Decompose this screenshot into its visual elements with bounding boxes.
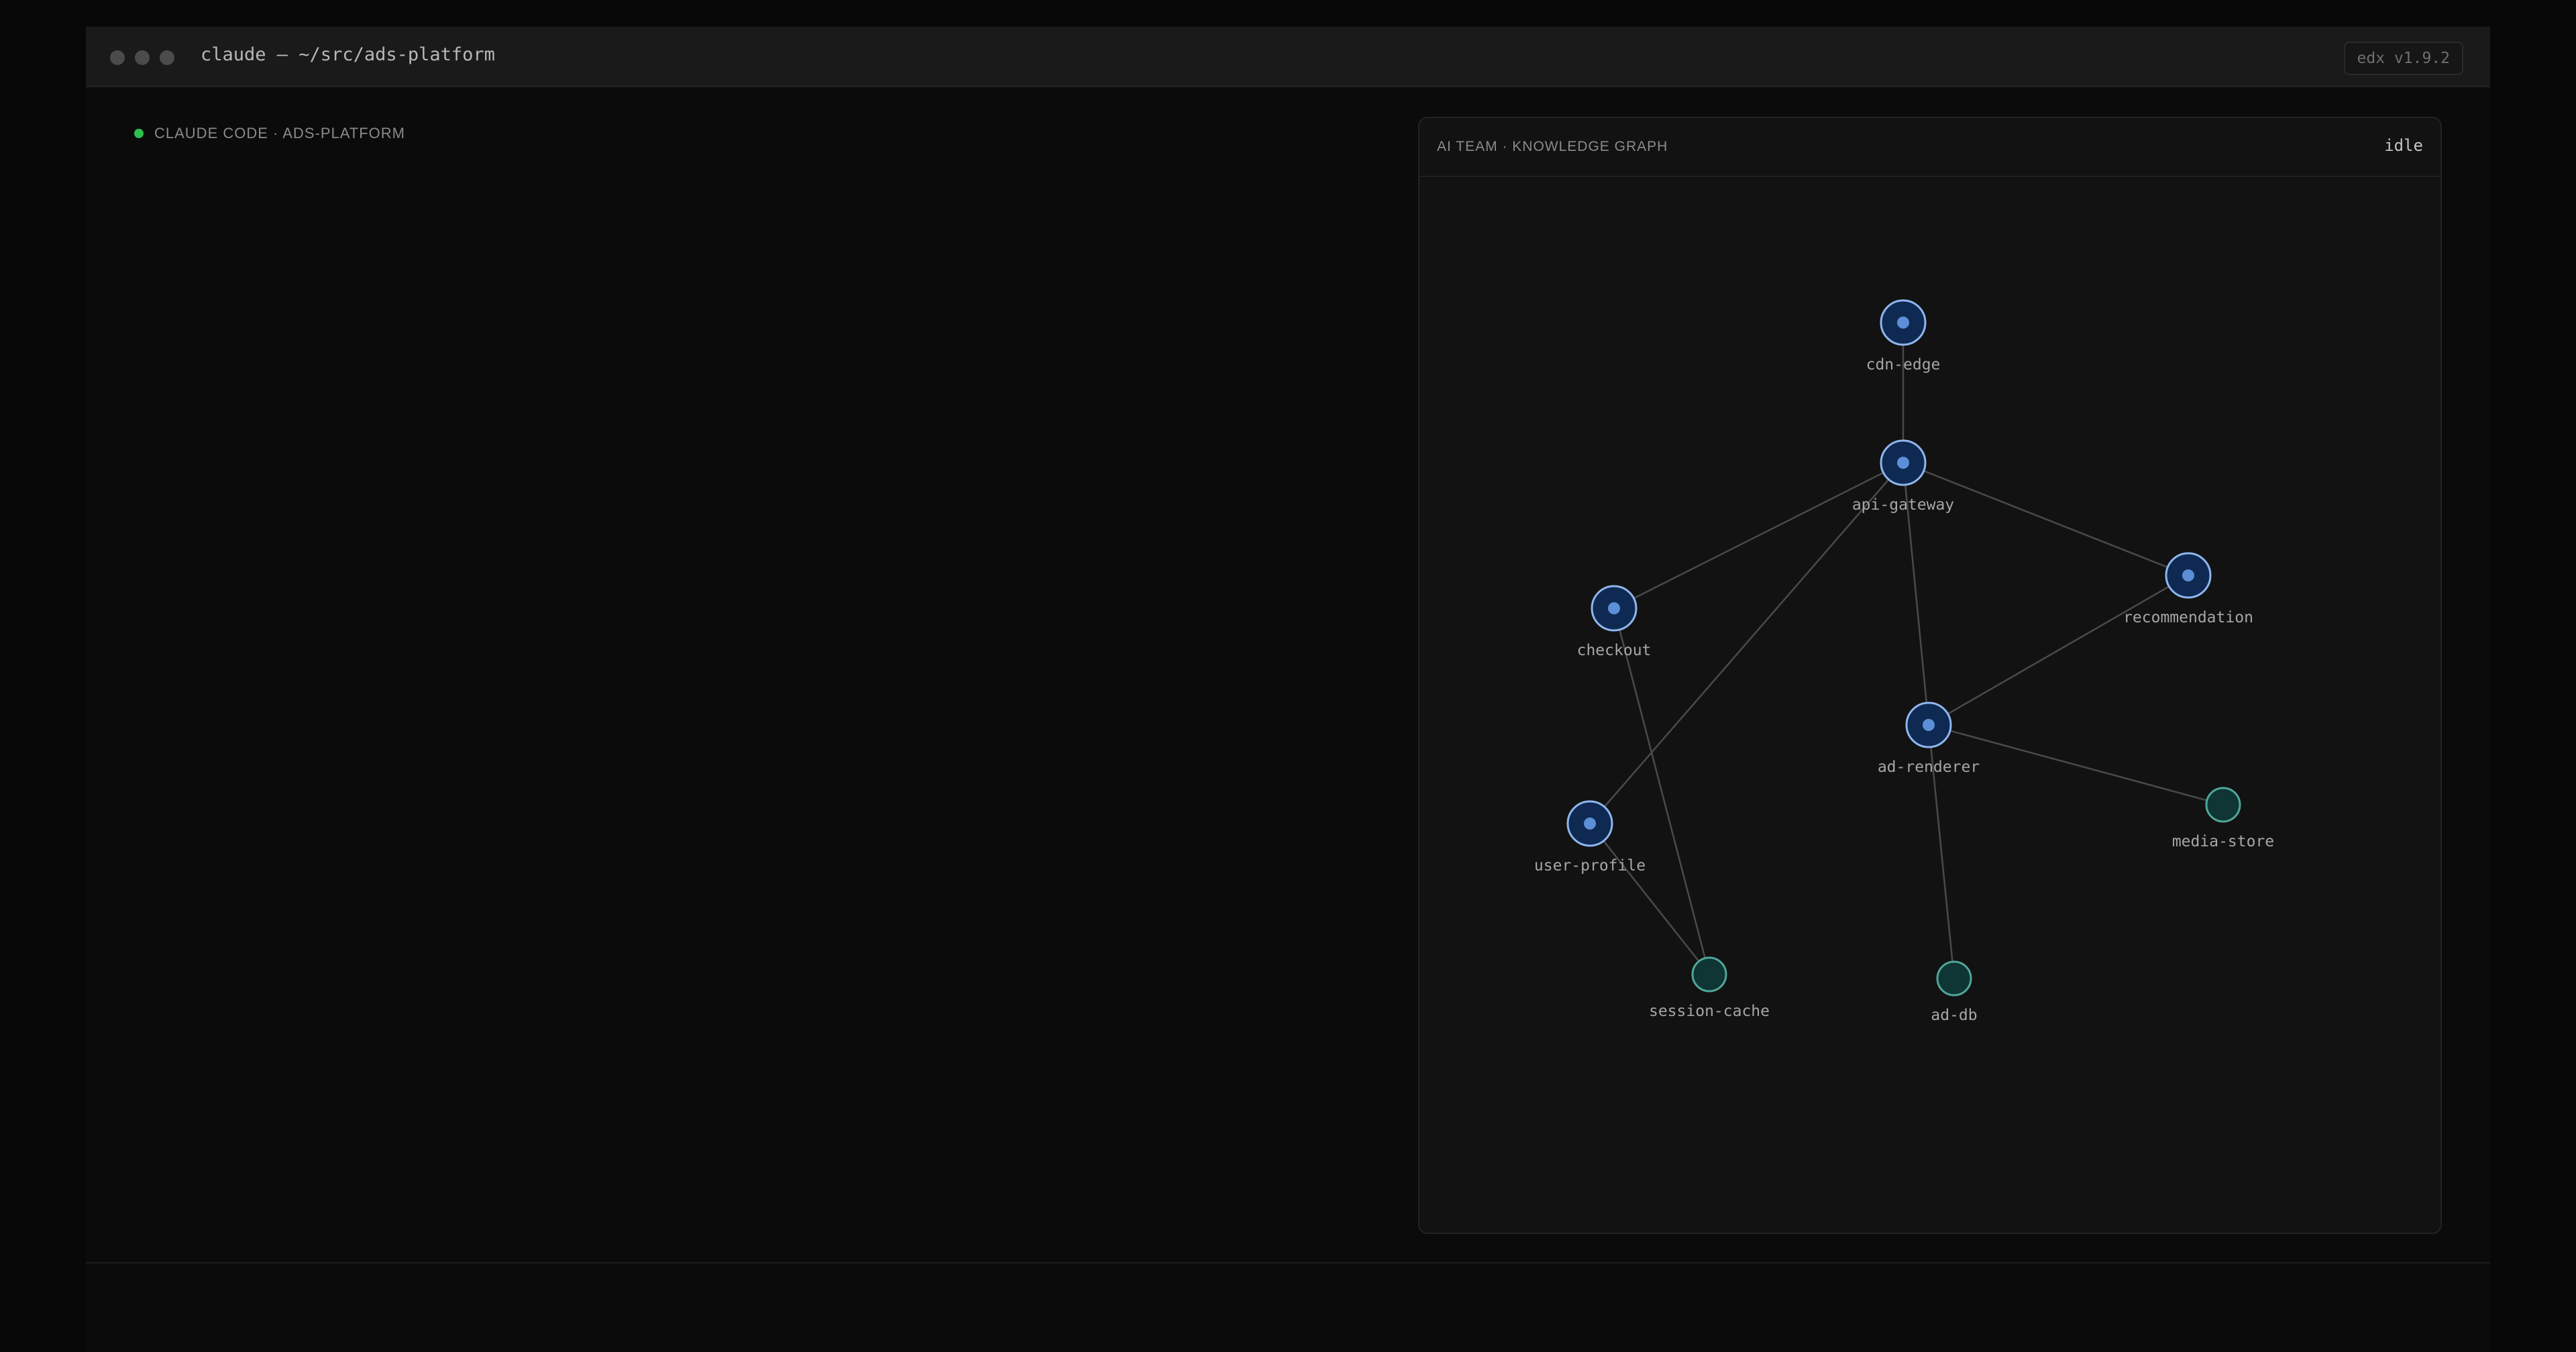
minimize-window-button[interactable] <box>135 50 150 65</box>
graph-node-ad-renderer[interactable]: ad-renderer <box>1878 701 1980 776</box>
version-badge: edx v1.9.2 <box>2343 42 2463 75</box>
node-core <box>1584 818 1596 830</box>
graph-node-media-store[interactable]: media-store <box>2172 787 2274 850</box>
node-circle <box>1936 960 1972 997</box>
node-core <box>1923 719 1935 731</box>
node-circle <box>2205 787 2241 823</box>
knowledge-graph[interactable]: cdn-edge api-gateway checkout recommendatio… <box>1419 118 2440 1233</box>
session-label: CLAUDE CODE · ADS-PLATFORM <box>154 125 405 142</box>
node-core <box>1897 317 1909 329</box>
graph-node-user-profile[interactable]: user-profile <box>1534 800 1646 875</box>
node-label: ad-renderer <box>1878 758 1980 776</box>
maximize-window-button[interactable] <box>160 50 174 65</box>
node-circle <box>1691 956 1727 993</box>
close-window-button[interactable] <box>110 50 125 65</box>
knowledge-graph-panel: AI TEAM · KNOWLEDGE GRAPH idle cdn-edge a… <box>1418 117 2442 1234</box>
graph-edge-api-gateway-checkout <box>1613 461 1904 610</box>
graph-node-ad-db[interactable]: ad-db <box>1931 960 1978 1024</box>
node-label: api-gateway <box>1852 496 1954 514</box>
title-bar: claude — ~/src/ads-platform edx v1.9.2 <box>86 27 2490 87</box>
node-label: cdn-edge <box>1866 356 1941 374</box>
node-core <box>1608 602 1620 614</box>
graph-edge-checkout-session-cache <box>1613 608 1711 975</box>
status-dot-icon <box>134 129 144 138</box>
node-core <box>1897 457 1909 469</box>
node-core <box>2182 569 2194 581</box>
node-label: user-profile <box>1534 857 1646 875</box>
node-label: session-cache <box>1649 1003 1770 1020</box>
terminal-window: claude — ~/src/ads-platform edx v1.9.2 C… <box>86 27 2490 1352</box>
input-divider <box>86 1262 2490 1263</box>
graph-node-session-cache[interactable]: session-cache <box>1649 956 1770 1020</box>
graph-node-checkout[interactable]: checkout <box>1577 585 1652 659</box>
graph-node-cdn-edge[interactable]: cdn-edge <box>1866 299 1941 374</box>
node-label: checkout <box>1577 642 1652 659</box>
node-label: ad-db <box>1931 1007 1977 1024</box>
node-label: recommendation <box>2123 609 2253 626</box>
window-title: claude — ~/src/ads-platform <box>201 44 495 65</box>
session-header: CLAUDE CODE · ADS-PLATFORM <box>134 125 405 142</box>
node-label: media-store <box>2172 833 2274 850</box>
graph-node-recommendation[interactable]: recommendation <box>2123 552 2253 626</box>
graph-edge-recommendation-ad-renderer <box>1928 574 2189 726</box>
graph-edge-user-profile-session-cache <box>1589 823 1710 975</box>
graph-edge-api-gateway-recommendation <box>1902 461 2189 577</box>
